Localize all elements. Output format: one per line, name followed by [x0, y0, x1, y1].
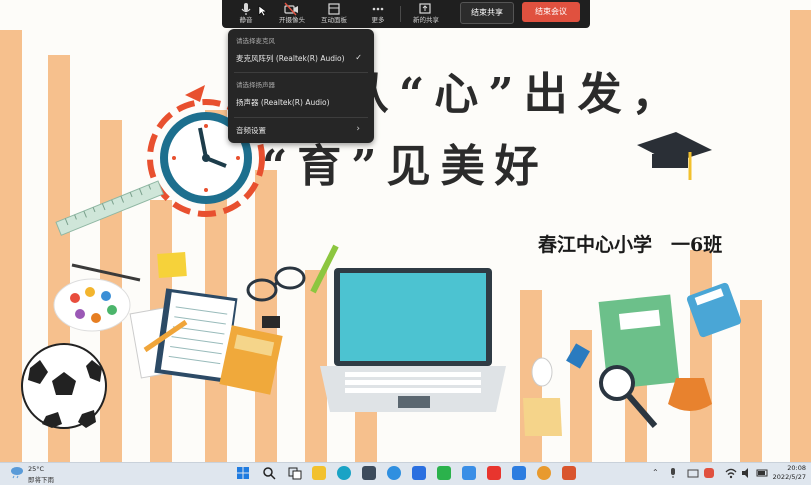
wifi-icon[interactable] [724, 466, 738, 480]
new-share-button[interactable]: 新的共享 [402, 0, 450, 28]
new-share-label: 新的共享 [413, 16, 439, 24]
chevron-up-icon[interactable]: ⌃ [652, 468, 659, 477]
rain-cloud-icon[interactable] [10, 465, 24, 479]
clock-time: 20:08 [787, 464, 806, 472]
camera-button[interactable]: 开摄像头 [268, 0, 316, 28]
toolbar-divider [400, 6, 401, 22]
windows-icon[interactable] [236, 466, 250, 480]
network-icon[interactable] [686, 466, 700, 480]
graduation-cap-illustration [637, 132, 712, 180]
share-icon [419, 3, 431, 14]
school-class-label: 春江中心小学 一6班 [538, 234, 723, 256]
volume-icon[interactable] [740, 466, 754, 480]
app-tray-icon[interactable] [704, 468, 714, 478]
check-icon: ✓ [355, 53, 362, 62]
edge-icon[interactable] [337, 466, 351, 480]
video-icon[interactable] [462, 466, 476, 480]
camera-off-icon [284, 2, 298, 16]
wps-icon[interactable] [487, 466, 501, 480]
ie-icon[interactable] [387, 466, 401, 480]
camera-label: 开摄像头 [279, 16, 305, 24]
laptop-illustration [320, 268, 506, 412]
mic-header: 请选择麦克风 [236, 37, 275, 45]
slide-title-line1: 从“心”出发， [345, 69, 686, 120]
taskbar: 25°C 即将下雨 ⌃ 20:08 2022/5/27 [0, 462, 811, 485]
presentation-icon[interactable] [562, 466, 576, 480]
soccer-ball-illustration [21, 343, 107, 429]
mic-option[interactable]: 麦克风阵列 (Realtek(R) Audio) [236, 53, 345, 64]
cursor-icon [258, 5, 268, 17]
interact-label: 互动面板 [321, 16, 347, 24]
palette-illustration [53, 278, 131, 332]
speaker-header: 请选择扬声器 [236, 81, 275, 89]
panel-icon [328, 3, 340, 15]
microphone-icon [241, 3, 251, 15]
audio-settings-item[interactable]: 音频设置 [236, 125, 266, 136]
app-icon[interactable] [412, 466, 426, 480]
task-view-icon[interactable] [288, 466, 302, 480]
more-icon [372, 7, 384, 11]
meeting-toolbar: 静音 开摄像头 互动面板 更多 新的共享 结束共享 结束会议 [222, 0, 590, 28]
menu-divider [234, 117, 368, 118]
weather-condition: 即将下雨 [28, 476, 54, 484]
speaker-option[interactable]: 扬声器 (Realtek(R) Audio) [236, 97, 330, 108]
chevron-right-icon: › [356, 124, 360, 134]
chrome-icon[interactable] [537, 466, 551, 480]
interact-panel-button[interactable]: 互动面板 [310, 0, 358, 28]
presentation-slide: 从“心”出发， “育”见美好 春江中心小学 一6班 [0, 0, 811, 462]
end-share-button[interactable]: 结束共享 [460, 2, 514, 24]
store-icon[interactable] [362, 466, 376, 480]
menu-divider [234, 72, 368, 73]
microphone-tray-icon[interactable] [666, 466, 680, 480]
clock-date: 2022/5/27 [772, 473, 806, 481]
wechat-icon[interactable] [437, 466, 451, 480]
file-explorer-icon[interactable] [312, 466, 326, 480]
battery-icon[interactable] [756, 466, 770, 480]
more-button[interactable]: 更多 [354, 0, 402, 28]
mute-label: 静音 [239, 16, 253, 24]
audio-device-menu: 请选择麦克风 麦克风阵列 (Realtek(R) Audio) ✓ 请选择扬声器… [228, 29, 374, 143]
clock[interactable]: 20:08 2022/5/27 [772, 464, 806, 482]
end-meeting-button[interactable]: 结束会议 [522, 2, 580, 22]
more-label: 更多 [371, 16, 385, 24]
weather-temp: 25°C [28, 465, 45, 473]
search-icon[interactable] [262, 466, 276, 480]
media-icon[interactable] [512, 466, 526, 480]
